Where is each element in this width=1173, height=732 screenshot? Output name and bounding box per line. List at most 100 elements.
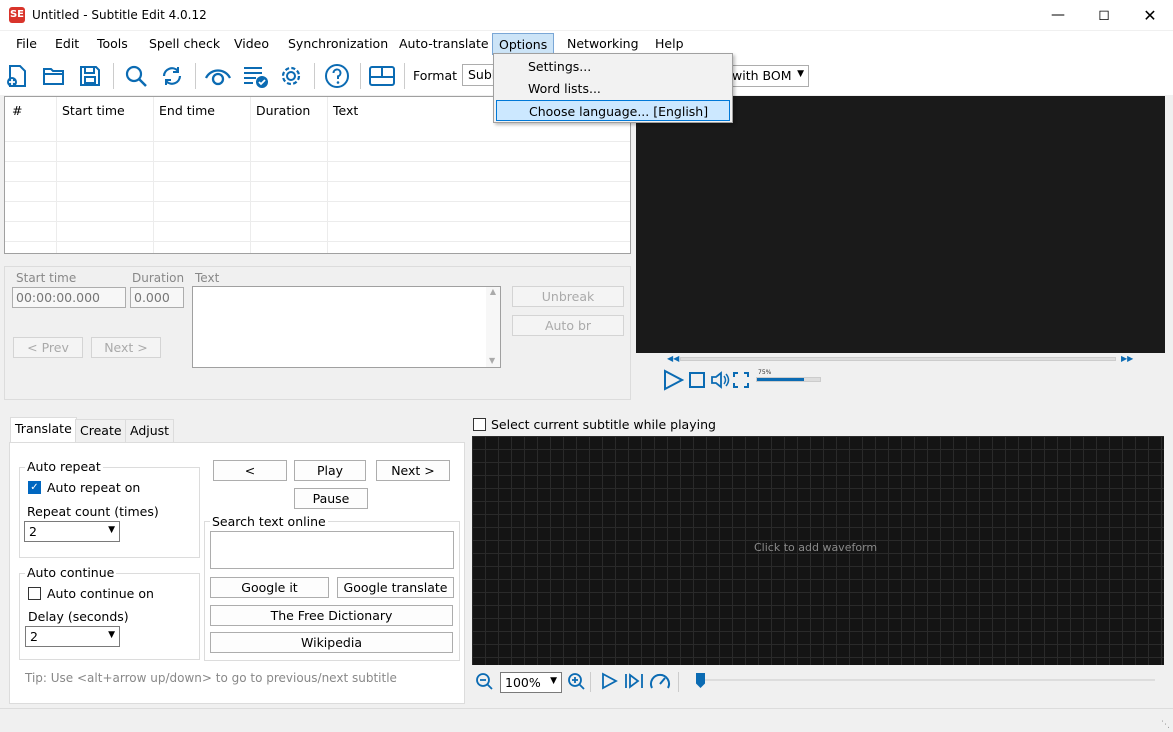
video-seek-bar[interactable]	[680, 357, 1116, 361]
duration-label: Duration	[132, 271, 185, 285]
menu-tools[interactable]: Tools	[91, 33, 134, 55]
repeat-count-select[interactable]: 2	[24, 521, 120, 542]
column-duration[interactable]: Duration	[256, 103, 310, 118]
menu-item-settings[interactable]: Settings...	[496, 56, 730, 77]
status-bar: ⋱	[0, 708, 1173, 732]
play-next-icon[interactable]	[624, 672, 644, 690]
play-selection-icon[interactable]	[600, 672, 618, 690]
layout-icon[interactable]	[368, 62, 396, 90]
select-while-playing-checkbox[interactable]	[473, 418, 486, 431]
video-player-area[interactable]	[636, 96, 1165, 353]
app-logo-icon: SE	[9, 7, 25, 23]
auto-br-button[interactable]: Auto br	[512, 315, 624, 336]
auto-repeat-title: Auto repeat	[25, 459, 103, 474]
close-button[interactable]: ✕	[1127, 0, 1173, 31]
fast-forward-icon[interactable]: ▶▶	[1121, 354, 1133, 363]
fullscreen-icon[interactable]	[733, 372, 749, 388]
unbreak-button[interactable]: Unbreak	[512, 286, 624, 307]
tab-create[interactable]: Create	[75, 419, 127, 443]
tab-translate[interactable]: Translate	[10, 417, 77, 443]
new-file-icon[interactable]	[3, 62, 31, 90]
menu-item-word-lists[interactable]: Word lists...	[496, 78, 730, 99]
maximize-button[interactable]: ◻	[1081, 0, 1127, 31]
column-end-time[interactable]: End time	[159, 103, 215, 118]
menu-item-choose-language[interactable]: Choose language... [English]	[496, 100, 730, 121]
text-label: Text	[195, 271, 220, 285]
volume-slider[interactable]	[756, 377, 821, 382]
volume-icon[interactable]	[710, 371, 730, 389]
delay-label: Delay (seconds)	[28, 609, 129, 624]
menu-spell-check[interactable]: Spell check	[143, 33, 226, 55]
auto-continue-title: Auto continue	[25, 565, 117, 580]
prev-subtitle-button[interactable]: < Prev	[13, 337, 83, 358]
open-folder-icon[interactable]	[40, 62, 68, 90]
column-text[interactable]: Text	[333, 103, 358, 118]
tip-text: Tip: Use <alt+arrow up/down> to go to pr…	[25, 671, 397, 685]
start-time-label: Start time	[16, 271, 77, 285]
menu-options[interactable]: Options	[492, 33, 555, 55]
click-to-add-waveform-text: Click to add waveform	[754, 541, 878, 554]
menu-edit[interactable]: Edit	[49, 33, 85, 55]
zoom-in-icon[interactable]	[567, 672, 585, 690]
zoom-select[interactable]: 100%	[500, 672, 562, 693]
menu-networking[interactable]: Networking	[561, 33, 645, 55]
start-time-input[interactable]: 00:00:00.000	[12, 287, 126, 308]
rewind-icon[interactable]: ◀◀	[667, 354, 679, 363]
zoom-out-icon[interactable]	[475, 672, 493, 690]
auto-repeat-label: Auto repeat on	[47, 480, 141, 495]
search-icon[interactable]	[122, 62, 150, 90]
wikipedia-button[interactable]: Wikipedia	[210, 632, 453, 653]
waveform-position-thumb[interactable]	[696, 673, 705, 688]
help-icon[interactable]	[323, 62, 351, 90]
column-number[interactable]: #	[12, 103, 22, 118]
search-text-online-title: Search text online	[210, 514, 328, 529]
repeat-count-value: 2	[29, 524, 37, 539]
google-it-button[interactable]: Google it	[210, 577, 329, 598]
menu-file[interactable]: File	[10, 33, 43, 55]
duration-input[interactable]: 0.000	[130, 287, 184, 308]
previous-button[interactable]: <	[213, 460, 287, 481]
auto-continue-label: Auto continue on	[47, 586, 154, 601]
window-title: Untitled - Subtitle Edit 4.0.12	[32, 8, 207, 22]
next-button[interactable]: Next >	[376, 460, 450, 481]
save-icon[interactable]	[76, 62, 104, 90]
menu-synchronization[interactable]: Synchronization	[282, 33, 394, 55]
speed-gauge-icon[interactable]	[649, 671, 671, 691]
spell-check-icon[interactable]	[241, 62, 269, 90]
subtitle-edit-panel: Start time Duration Text 00:00:00.000 0.…	[4, 266, 631, 400]
translate-tab-panel: Auto repeat ✓ Auto repeat on Repeat coun…	[9, 442, 465, 704]
delay-value: 2	[30, 629, 38, 644]
menu-auto-translate[interactable]: Auto-translate	[393, 33, 495, 55]
search-text-input[interactable]	[210, 531, 454, 569]
minimize-button[interactable]: —	[1035, 0, 1081, 31]
title-bar: SE Untitled - Subtitle Edit 4.0.12 — ◻ ✕	[0, 0, 1173, 31]
play-icon[interactable]	[662, 369, 684, 391]
free-dictionary-button[interactable]: The Free Dictionary	[210, 605, 453, 626]
resize-grip-icon[interactable]: ⋱	[1161, 720, 1170, 730]
auto-continue-checkbox[interactable]	[28, 587, 41, 600]
menu-video[interactable]: Video	[228, 33, 275, 55]
encoding-value: with BOM	[732, 68, 792, 83]
format-label: Format	[413, 68, 458, 83]
menu-help[interactable]: Help	[649, 33, 690, 55]
auto-repeat-checkbox[interactable]: ✓	[28, 481, 41, 494]
next-subtitle-button[interactable]: Next >	[91, 337, 161, 358]
encoding-select[interactable]: with BOM	[728, 65, 809, 87]
options-dropdown-menu: Settings... Word lists... Choose languag…	[493, 53, 733, 123]
stop-icon[interactable]	[689, 372, 705, 388]
waveform-position-slider[interactable]	[698, 679, 1155, 681]
google-translate-button[interactable]: Google translate	[337, 577, 454, 598]
repeat-count-label: Repeat count (times)	[27, 504, 159, 519]
select-while-playing-label: Select current subtitle while playing	[491, 417, 716, 432]
visual-sync-eye-icon[interactable]	[204, 62, 232, 90]
play-button[interactable]: Play	[294, 460, 366, 481]
zoom-value: 100%	[505, 675, 541, 690]
subtitle-text-input[interactable]: ▲ ▼	[192, 286, 501, 368]
settings-gear-icon[interactable]	[277, 62, 305, 90]
tab-adjust[interactable]: Adjust	[125, 419, 175, 443]
volume-percent-label: 75%	[758, 369, 772, 376]
delay-select[interactable]: 2	[25, 626, 120, 647]
column-start-time[interactable]: Start time	[62, 103, 125, 118]
replace-icon[interactable]	[158, 62, 186, 90]
pause-button[interactable]: Pause	[294, 488, 368, 509]
